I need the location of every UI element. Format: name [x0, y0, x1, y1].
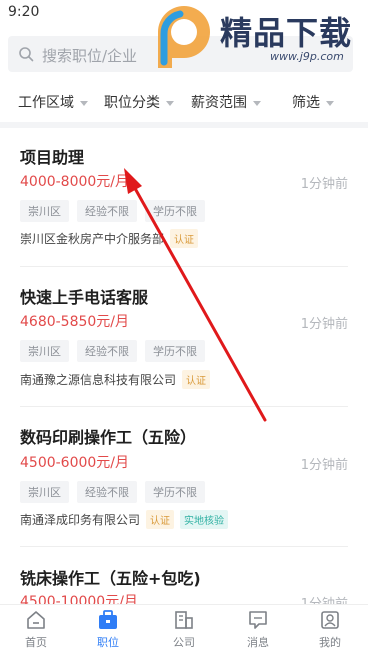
company-row: 南通豫之源信息科技有限公司 认证 — [20, 370, 211, 389]
tab-jobs[interactable]: 职位 — [78, 609, 138, 650]
company-row: 崇川区金秋房产中介服务部 认证 — [20, 229, 199, 248]
job-title: 快速上手电话客服 — [20, 288, 149, 307]
certified-badge: 认证 — [182, 370, 211, 389]
tab-label: 公司 — [173, 636, 195, 649]
status-time: 9:20 — [8, 4, 40, 20]
tab-profile[interactable]: 我的 — [300, 609, 360, 650]
filter-work-area[interactable]: 工作区域 — [18, 92, 88, 112]
building-icon — [175, 611, 193, 629]
job-card[interactable]: 铣床操作工（五险+包吃) 4500-10000元/月 1分钟前 — [0, 547, 368, 612]
tag-experience: 经验不限 — [77, 340, 137, 362]
job-salary: 4500-6000元/月 — [20, 455, 130, 471]
briefcase-icon — [99, 610, 117, 629]
job-card[interactable]: 快速上手电话客服 4680-5850元/月 1分钟前 崇川区 经验不限 学历不限… — [0, 267, 368, 405]
filter-more[interactable]: 筛选 — [292, 92, 334, 112]
job-post-time: 1分钟前 — [300, 177, 348, 192]
watermark-title: 精品下载 — [220, 14, 353, 52]
caret-down-icon — [326, 100, 334, 106]
filter-job-category[interactable]: 职位分类 — [104, 92, 174, 112]
certified-badge: 认证 — [146, 510, 175, 529]
tab-company[interactable]: 公司 — [154, 609, 214, 650]
tab-messages[interactable]: 消息 — [228, 609, 288, 650]
caret-down-icon — [166, 100, 174, 106]
filter-label: 薪资范围 — [191, 95, 247, 111]
tab-label: 首页 — [25, 636, 47, 649]
tag-district: 崇川区 — [20, 340, 69, 362]
job-title: 数码印刷操作工（五险） — [20, 428, 197, 447]
job-title: 项目助理 — [20, 148, 85, 167]
job-title: 铣床操作工（五险+包吃) — [20, 569, 201, 588]
job-salary: 4000-8000元/月 — [20, 174, 130, 190]
tab-label: 职位 — [97, 636, 119, 649]
profile-icon — [321, 611, 339, 629]
filter-label: 职位分类 — [104, 95, 160, 111]
tag-education: 学历不限 — [145, 340, 205, 362]
watermark-url: www.j9p.com — [270, 50, 344, 63]
search-placeholder: 搜索职位/企业 — [42, 47, 138, 65]
tag-row: 崇川区 经验不限 学历不限 — [20, 200, 205, 222]
filter-label: 工作区域 — [18, 95, 74, 111]
filter-salary-range[interactable]: 薪资范围 — [191, 92, 261, 112]
tab-label: 我的 — [319, 636, 341, 649]
caret-down-icon — [80, 100, 88, 106]
tag-experience: 经验不限 — [77, 481, 137, 503]
onsite-verified-badge: 实地核验 — [180, 510, 229, 529]
job-salary: 4680-5850元/月 — [20, 314, 130, 330]
tag-district: 崇川区 — [20, 481, 69, 503]
message-icon — [249, 611, 267, 629]
filter-bar: 工作区域 职位分类 薪资范围 筛选 — [0, 86, 368, 118]
job-post-time: 1分钟前 — [300, 317, 348, 332]
tag-education: 学历不限 — [145, 200, 205, 222]
home-icon — [27, 611, 45, 629]
job-post-time: 1分钟前 — [300, 458, 348, 473]
company-name: 崇川区金秋房产中介服务部 — [20, 232, 165, 246]
watermark: 精品下载 www.j9p.com — [150, 2, 360, 76]
company-row: 南通泽成印务有限公司 认证 实地核验 — [20, 510, 229, 529]
tag-education: 学历不限 — [145, 481, 205, 503]
certified-badge: 认证 — [170, 229, 199, 248]
search-icon — [19, 47, 34, 62]
caret-down-icon — [253, 100, 261, 106]
tab-home[interactable]: 首页 — [6, 609, 66, 650]
tag-experience: 经验不限 — [77, 200, 137, 222]
p-logo-icon — [158, 6, 210, 68]
tag-row: 崇川区 经验不限 学历不限 — [20, 340, 205, 362]
job-card[interactable]: 数码印刷操作工（五险） 4500-6000元/月 1分钟前 崇川区 经验不限 学… — [0, 407, 368, 545]
company-name: 南通泽成印务有限公司 — [20, 513, 141, 527]
filter-label: 筛选 — [292, 95, 320, 111]
tag-row: 崇川区 经验不限 学历不限 — [20, 481, 205, 503]
tab-label: 消息 — [247, 636, 269, 649]
tag-district: 崇川区 — [20, 200, 69, 222]
job-card[interactable]: 项目助理 4000-8000元/月 1分钟前 崇川区 经验不限 学历不限 崇川区… — [0, 128, 368, 266]
company-name: 南通豫之源信息科技有限公司 — [20, 373, 177, 387]
bottom-tab-bar: 首页 职位 公司 消息 我的 — [0, 604, 368, 654]
